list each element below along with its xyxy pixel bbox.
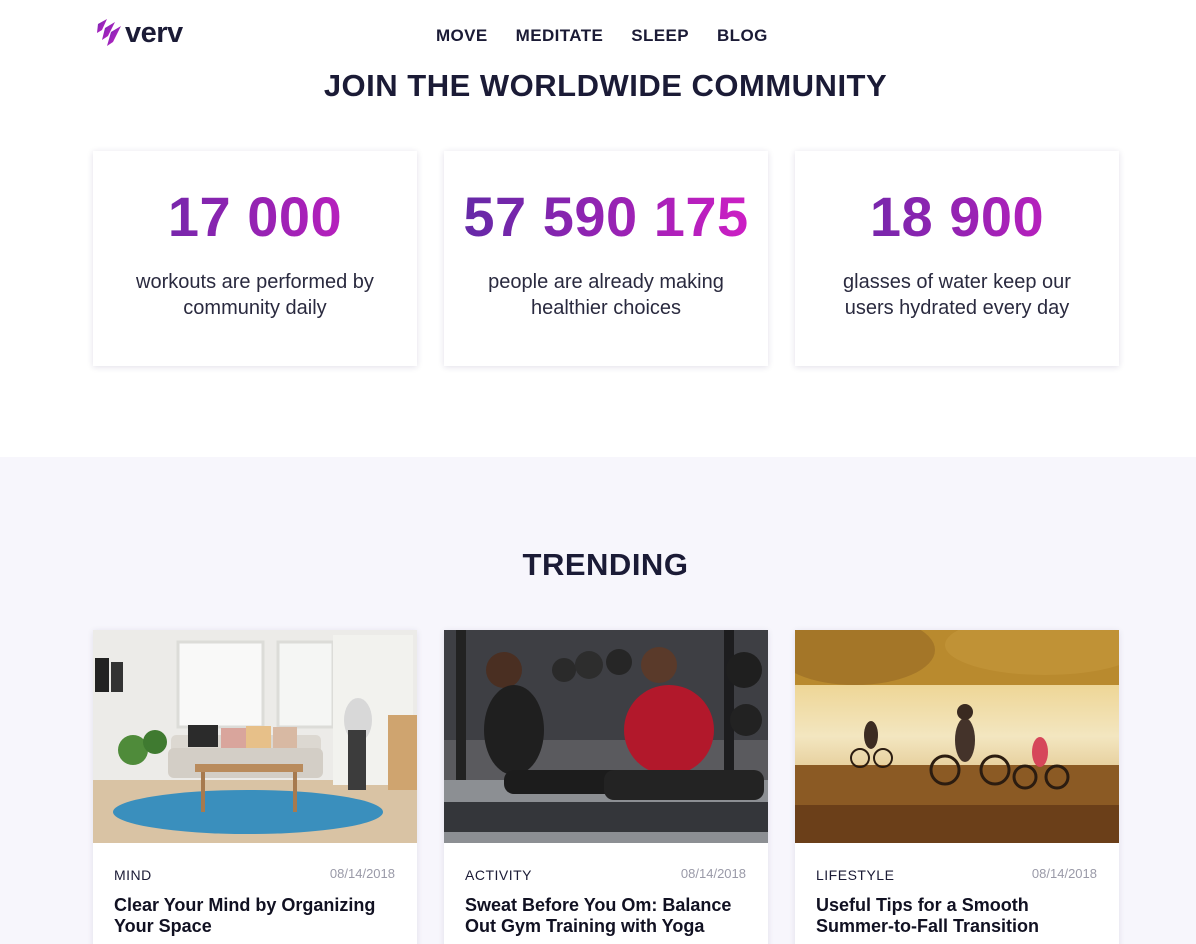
stat-value: 57 590 175 bbox=[444, 187, 768, 247]
article-card-lifestyle[interactable]: LIFESTYLE 08/14/2018 Useful Tips for a S… bbox=[795, 630, 1119, 944]
article-meta: MIND 08/14/2018 bbox=[93, 843, 417, 895]
article-date: 08/14/2018 bbox=[1031, 866, 1097, 881]
nav-item-meditate[interactable]: MEDITATE bbox=[516, 26, 604, 46]
stat-card-workouts: 17 000 workouts are performed by communi… bbox=[93, 151, 417, 366]
verv-logo-mark-icon bbox=[97, 19, 121, 46]
stat-card-people: 57 590 175 people are already making hea… bbox=[444, 151, 768, 366]
nav-item-sleep[interactable]: SLEEP bbox=[631, 26, 689, 46]
stat-description: glasses of water keep our users hydrated… bbox=[843, 271, 1071, 319]
autumn-cycling-photo bbox=[795, 630, 1119, 843]
stat-card-water: 18 900 glasses of water keep our users h… bbox=[795, 151, 1119, 366]
article-title[interactable]: Clear Your Mind by Organizing Your Space bbox=[114, 895, 399, 937]
article-category[interactable]: LIFESTYLE bbox=[816, 867, 894, 883]
stat-description: workouts are performed by community dail… bbox=[136, 271, 374, 319]
living-room-photo bbox=[93, 630, 417, 843]
gym-yoga-photo bbox=[444, 630, 768, 843]
community-title: JOIN THE WORLDWIDE COMMUNITY bbox=[323, 68, 888, 103]
verv-logo[interactable]: verv bbox=[96, 18, 183, 48]
stat-value: 17 000 bbox=[93, 187, 417, 247]
article-date: 08/14/2018 bbox=[329, 866, 395, 881]
stat-value: 18 900 bbox=[795, 187, 1119, 247]
article-card-activity[interactable]: ACTIVITY 08/14/2018 Sweat Before You Om:… bbox=[444, 630, 768, 944]
article-title[interactable]: Useful Tips for a Smooth Summer-to-Fall … bbox=[816, 895, 1101, 937]
article-date: 08/14/2018 bbox=[680, 866, 746, 881]
article-category[interactable]: MIND bbox=[114, 867, 152, 883]
stat-description: people are already making healthier choi… bbox=[488, 271, 724, 319]
article-meta: LIFESTYLE 08/14/2018 bbox=[795, 843, 1119, 895]
nav-item-blog[interactable]: BLOG bbox=[717, 26, 768, 46]
site-header: verv MOVE MEDITATE SLEEP BLOG bbox=[0, 0, 1196, 70]
article-card-mind[interactable]: MIND 08/14/2018 Clear Your Mind by Organ… bbox=[93, 630, 417, 944]
main-nav: MOVE MEDITATE SLEEP BLOG bbox=[436, 26, 768, 46]
trending-title: TRENDING bbox=[522, 547, 689, 582]
article-category[interactable]: ACTIVITY bbox=[465, 867, 532, 883]
article-title[interactable]: Sweat Before You Om: Balance Out Gym Tra… bbox=[465, 895, 750, 937]
article-meta: ACTIVITY 08/14/2018 bbox=[444, 843, 768, 895]
brand-name: verv bbox=[125, 17, 183, 49]
nav-item-move[interactable]: MOVE bbox=[436, 26, 488, 46]
